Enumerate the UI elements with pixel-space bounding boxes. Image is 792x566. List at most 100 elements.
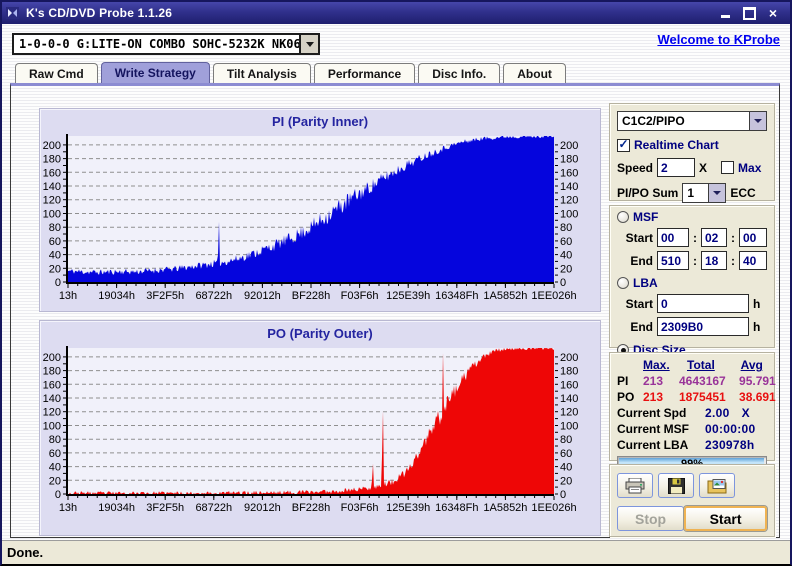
svg-text:180: 180 — [43, 154, 61, 166]
svg-text:1A5852h: 1A5852h — [483, 290, 527, 302]
print-button[interactable] — [617, 473, 653, 498]
speed-input[interactable] — [657, 158, 696, 177]
lba-end-unit: h — [753, 319, 761, 334]
pi-chart-title: PI (Parity Inner) — [271, 114, 369, 129]
msf-start-frame-input[interactable] — [739, 228, 767, 247]
msf-end-sec-input[interactable] — [701, 251, 727, 270]
current-lba-label: Current LBA — [617, 438, 689, 452]
status-text: Done. — [7, 545, 44, 560]
svg-text:120: 120 — [560, 407, 578, 419]
stats-row-pi-name: PI — [617, 374, 629, 388]
stats-pi-total: 4643167 — [679, 374, 726, 388]
export-image-button[interactable] — [699, 473, 735, 498]
svg-text:80: 80 — [49, 434, 61, 446]
save-button[interactable] — [658, 473, 694, 498]
svg-text:120: 120 — [43, 407, 61, 419]
msf-radio[interactable] — [617, 211, 629, 223]
chevron-down-icon[interactable] — [708, 184, 726, 202]
svg-text:40: 40 — [49, 462, 61, 474]
tab-raw-cmd[interactable]: Raw Cmd — [15, 63, 98, 83]
svg-text:40: 40 — [49, 250, 61, 262]
svg-text:160: 160 — [43, 167, 61, 179]
icon-button-row — [617, 473, 767, 498]
svg-text:3F2F5h: 3F2F5h — [146, 290, 184, 302]
speed-label: Speed — [617, 160, 654, 175]
svg-text:1EE026h: 1EE026h — [531, 290, 576, 302]
svg-text:1EE026h: 1EE026h — [531, 502, 576, 514]
svg-text:BF228h: BF228h — [292, 502, 331, 514]
msf-end-frame-input[interactable] — [739, 251, 767, 270]
colon: : — [731, 230, 735, 245]
lba-end-input[interactable] — [657, 317, 749, 336]
tab-disc-info[interactable]: Disc Info. — [418, 63, 501, 83]
chevron-down-icon[interactable] — [749, 112, 766, 130]
mode-select[interactable]: C1C2/PIPO — [617, 111, 767, 131]
current-speed-unit: X — [741, 406, 750, 420]
svg-text:80: 80 — [560, 434, 572, 446]
drive-selector[interactable]: 1-0-0-0 G:LITE-ON COMBO SOHC-5232K NK06 — [12, 33, 320, 55]
msf-start-label: Start — [625, 230, 653, 245]
status-bar: Done. — [2, 540, 790, 564]
svg-text:60: 60 — [560, 236, 572, 248]
svg-text:140: 140 — [43, 393, 61, 405]
colon: : — [693, 253, 697, 268]
svg-text:40: 40 — [560, 250, 572, 262]
svg-text:120: 120 — [560, 195, 578, 207]
lba-radio[interactable] — [617, 277, 629, 289]
welcome-link[interactable]: Welcome to KProbe — [657, 32, 780, 47]
svg-text:140: 140 — [560, 181, 578, 193]
svg-text:16348Fh: 16348Fh — [435, 290, 478, 302]
tab-about[interactable]: About — [503, 63, 566, 83]
svg-text:140: 140 — [43, 181, 61, 193]
current-lba-value: 230978h — [705, 438, 755, 452]
stop-button[interactable]: Stop — [617, 506, 685, 531]
msf-start-min-input[interactable] — [657, 228, 689, 247]
svg-text:1A5852h: 1A5852h — [483, 502, 527, 514]
lba-start-input[interactable] — [657, 294, 749, 313]
svg-text:13h: 13h — [59, 290, 77, 302]
current-speed-row: Current Spd 2.00 X — [617, 406, 767, 420]
msf-start-sec-input[interactable] — [701, 228, 727, 247]
svg-text:0: 0 — [560, 277, 566, 289]
tab-tilt-analysis[interactable]: Tilt Analysis — [212, 63, 311, 83]
svg-text:0: 0 — [55, 277, 61, 289]
stats-row-po-name: PO — [617, 390, 635, 404]
maximize-icon[interactable] — [742, 6, 756, 20]
svg-text:200: 200 — [43, 352, 61, 364]
svg-text:68722h: 68722h — [195, 502, 232, 514]
svg-text:20: 20 — [49, 475, 61, 487]
colon: : — [693, 230, 697, 245]
svg-text:80: 80 — [49, 222, 61, 234]
pipo-sum-label: PI/PO Sum — [617, 186, 679, 200]
svg-text:160: 160 — [43, 379, 61, 391]
stats-pi-avg: 95.791 — [739, 374, 776, 388]
svg-text:60: 60 — [49, 448, 61, 460]
actions-group: Stop Start — [609, 464, 775, 537]
app-icon — [6, 7, 19, 19]
max-speed-checkbox[interactable]: ✓ — [721, 161, 735, 174]
current-speed-value: 2.00 — [705, 406, 730, 420]
stats-group: Max. Total Avg PI 213 4643167 95.791 PO … — [609, 352, 776, 471]
tab-performance[interactable]: Performance — [313, 63, 416, 83]
current-lba-row: Current LBA 230978h — [617, 438, 767, 452]
title-bar: K's CD/DVD Probe 1.1.26 × — [2, 2, 790, 24]
current-msf-value: 00:00:00 — [705, 422, 756, 436]
svg-text:20: 20 — [560, 475, 572, 487]
realtime-chart-checkbox[interactable]: ✓ — [617, 138, 630, 152]
svg-text:3F2F5h: 3F2F5h — [146, 502, 184, 514]
drive-selector-dropdown-button[interactable] — [299, 35, 318, 53]
msf-end-min-input[interactable] — [657, 251, 689, 270]
pipo-sum-select[interactable]: 1 — [682, 183, 727, 203]
stats-po-total: 1875451 — [679, 390, 726, 404]
tab-write-strategy[interactable]: Write Strategy — [100, 62, 210, 83]
pi-chart: 0 0 20 20 40 40 60 60 80 80 100 100 120 120 140 140 160 1… — [42, 130, 598, 313]
svg-text:100: 100 — [43, 209, 61, 221]
svg-text:BF228h: BF228h — [292, 290, 331, 302]
svg-text:0: 0 — [560, 489, 566, 501]
svg-text:180: 180 — [43, 366, 61, 378]
start-button[interactable]: Start — [684, 506, 767, 531]
current-speed-label: Current Spd — [617, 406, 687, 420]
minimize-icon[interactable] — [718, 7, 732, 19]
close-icon[interactable]: × — [766, 6, 780, 20]
svg-text:125E39h: 125E39h — [386, 290, 430, 302]
